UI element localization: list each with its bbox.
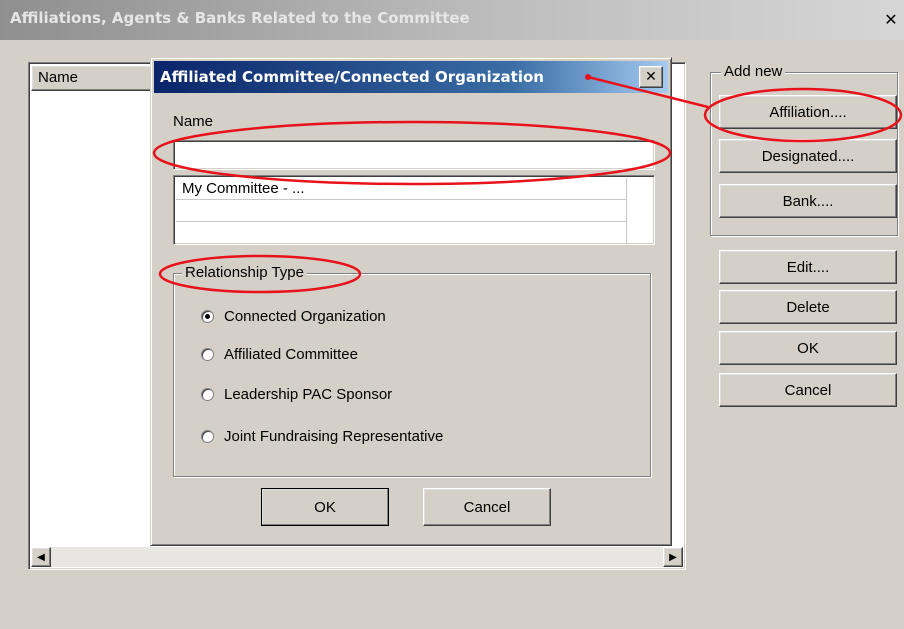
scroll-right-arrow-icon[interactable]: ▶ — [663, 547, 683, 567]
dialog-title-bar: Affiliated Committee/Connected Organizat… — [154, 61, 668, 93]
add-new-legend: Add new — [721, 63, 786, 80]
scroll-left-arrow-icon[interactable]: ◀ — [31, 547, 51, 567]
outer-window-title: Affiliations, Agents & Banks Related to … — [10, 9, 470, 27]
radio-label: Joint Fundraising Representative — [224, 428, 444, 445]
radio-selected-icon[interactable] — [201, 310, 214, 323]
list-item[interactable] — [176, 222, 626, 244]
radio-label: Affiliated Committee — [224, 346, 358, 363]
radio-label: Leadership PAC Sponsor — [224, 386, 393, 403]
cancel-button[interactable]: Cancel — [719, 373, 897, 407]
relationship-type-legend: Relationship Type — [182, 264, 307, 281]
name-input[interactable] — [173, 140, 655, 170]
name-label: Name — [173, 113, 214, 130]
list-column-divider — [626, 178, 627, 244]
outer-close-icon[interactable]: ✕ — [880, 10, 902, 30]
bank-button[interactable]: Bank.... — [719, 184, 897, 218]
relationship-type-group: Relationship Type — [173, 264, 651, 477]
radio-unselected-icon[interactable] — [201, 348, 214, 361]
dialog-close-icon[interactable]: ✕ — [639, 66, 663, 88]
affiliation-button[interactable]: Affiliation.... — [719, 95, 897, 129]
radio-leadership-pac-sponsor[interactable]: Leadership PAC Sponsor — [201, 386, 392, 403]
edit-button[interactable]: Edit.... — [719, 250, 897, 284]
horizontal-scrollbar[interactable]: ◀ ▶ — [31, 547, 683, 567]
delete-button[interactable]: Delete — [719, 290, 897, 324]
list-item[interactable] — [176, 200, 626, 222]
affiliated-committee-dialog: Affiliated Committee/Connected Organizat… — [150, 57, 672, 546]
radio-connected-organization[interactable]: Connected Organization — [201, 308, 386, 325]
name-suggestion-list[interactable]: My Committee - ... — [173, 175, 655, 245]
list-item[interactable]: My Committee - ... — [176, 178, 626, 200]
dialog-cancel-button[interactable]: Cancel — [423, 488, 551, 526]
dialog-ok-button[interactable]: OK — [261, 488, 389, 526]
radio-unselected-icon[interactable] — [201, 388, 214, 401]
radio-unselected-icon[interactable] — [201, 430, 214, 443]
radio-affiliated-committee[interactable]: Affiliated Committee — [201, 346, 358, 363]
radio-label: Connected Organization — [224, 308, 386, 325]
designated-button[interactable]: Designated.... — [719, 139, 897, 173]
ok-button[interactable]: OK — [719, 331, 897, 365]
outer-title-bar: Affiliations, Agents & Banks Related to … — [0, 0, 904, 40]
radio-joint-fundraising-representative[interactable]: Joint Fundraising Representative — [201, 428, 443, 445]
dialog-title: Affiliated Committee/Connected Organizat… — [160, 68, 544, 86]
